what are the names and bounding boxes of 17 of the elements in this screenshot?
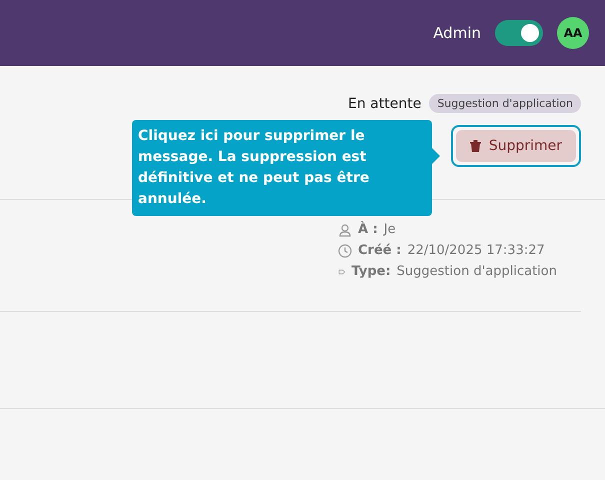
meta-value: Je (384, 222, 396, 237)
type-tag: Suggestion d'application (429, 94, 581, 113)
tooltip-pointer (432, 148, 440, 164)
meta-label: À : (358, 222, 378, 237)
person-icon (338, 222, 352, 236)
meta-value: 22/10/2025 17:33:27 (407, 243, 545, 258)
meta-label: Type: (352, 264, 391, 279)
meta-label: Créé : (358, 243, 402, 258)
clock-icon (338, 244, 352, 258)
tooltip: Cliquez ici pour supprimer le message. La suppression est définitive et ne peut pas être annulée. (132, 120, 432, 216)
status-text: En attente (348, 96, 422, 112)
role-label: Admin (433, 24, 481, 42)
delete-button[interactable]: Supprimer (456, 130, 576, 162)
trash-icon (470, 140, 481, 152)
user-avatar[interactable]: AA (557, 17, 589, 49)
admin-toggle[interactable] (495, 20, 543, 46)
meta-value: Suggestion d'application (396, 264, 557, 279)
